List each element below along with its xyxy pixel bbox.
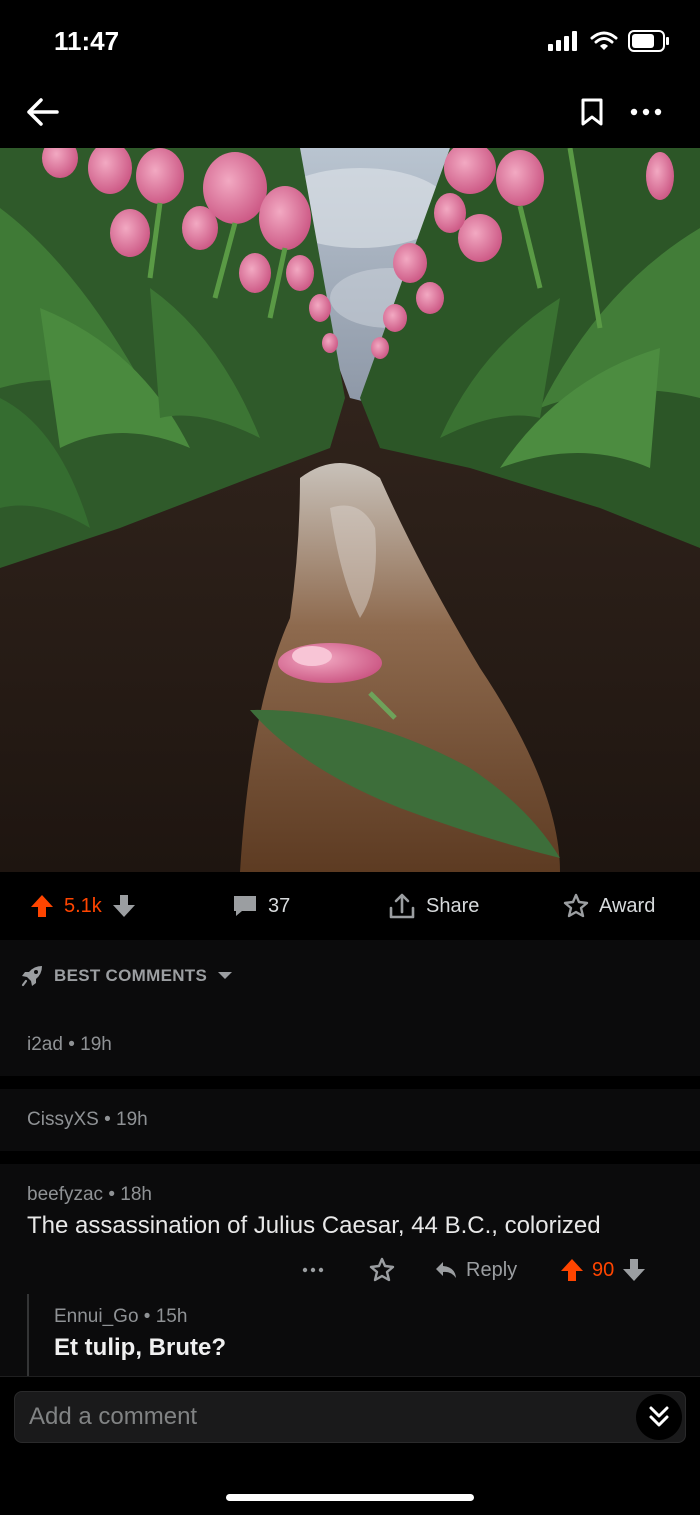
comment-more-button[interactable]: [302, 1252, 324, 1288]
status-time: 11:47: [54, 26, 120, 56]
post-header: [0, 84, 700, 148]
comment-meta: Ennui_Go • 15h: [54, 1306, 188, 1327]
post-image[interactable]: [0, 148, 700, 872]
add-comment-input[interactable]: [14, 1391, 686, 1443]
comment-body: The assassination of Julius Caesar, 44 B…: [27, 1212, 601, 1239]
comment-composer: [0, 1376, 700, 1457]
status-bar: 11:47: [0, 0, 700, 84]
reply-icon: [436, 1262, 456, 1278]
upvote-icon[interactable]: [30, 894, 54, 918]
comments-button[interactable]: 37: [232, 872, 290, 940]
wifi-icon: [590, 31, 618, 50]
upvote-count: 5.1k: [64, 894, 102, 917]
collapsed-comment[interactable]: i2ad • 19h: [0, 1014, 700, 1076]
comment-icon: [234, 896, 256, 916]
next-comment-button[interactable]: [636, 1394, 682, 1440]
reply-comment: Ennui_Go • 15h Et tulip, Brute?: [27, 1294, 689, 1376]
sort-label: BEST COMMENTS: [54, 966, 208, 985]
save-post-button[interactable]: [574, 94, 610, 130]
downvote-icon[interactable]: [112, 894, 136, 918]
back-button[interactable]: [22, 92, 62, 132]
comment-age: 18h: [120, 1184, 152, 1205]
comment-score: 90: [592, 1258, 615, 1281]
post-action-bar: 5.1k 37 Share Award: [0, 872, 700, 940]
vote-controls: 5.1k: [30, 872, 136, 940]
collapsed-comment[interactable]: CissyXS • 19h: [0, 1089, 700, 1151]
sort-selector[interactable]: BEST COMMENTS: [20, 964, 233, 988]
comment-body: Et tulip, Brute?: [54, 1334, 226, 1361]
chevron-down-icon: [218, 972, 233, 979]
comment-author[interactable]: Ennui_Go: [54, 1306, 139, 1327]
comment-meta: i2ad • 19h: [27, 1034, 112, 1055]
award-icon: [563, 893, 589, 918]
reply-button[interactable]: Reply: [434, 1252, 517, 1288]
comment-age: 19h: [116, 1109, 148, 1130]
share-button[interactable]: Share: [388, 872, 479, 940]
award-button[interactable]: Award: [563, 872, 655, 940]
back-arrow-icon: [27, 98, 59, 126]
rocket-icon: [21, 966, 42, 987]
downvote-icon[interactable]: [622, 1258, 646, 1282]
comment-age: 19h: [80, 1034, 112, 1055]
share-label: Share: [426, 894, 480, 917]
more-icon: [302, 1267, 324, 1273]
more-icon: [630, 108, 662, 116]
tulip-field-image: [0, 148, 700, 872]
award-label: Award: [599, 894, 656, 917]
comment-meta: beefyzac • 18h: [27, 1184, 152, 1205]
comment-sort-bar: BEST COMMENTS: [0, 940, 700, 1015]
comment-meta: CissyXS • 19h: [27, 1109, 148, 1130]
comment-author[interactable]: beefyzac: [27, 1184, 103, 1205]
share-icon: [389, 893, 415, 919]
home-indicator: [226, 1494, 474, 1501]
comment-vote-controls: 90: [560, 1252, 646, 1288]
comment-age: 15h: [155, 1306, 188, 1327]
cellular-signal-icon: [548, 31, 577, 51]
comment-author[interactable]: i2ad: [27, 1034, 63, 1055]
bookmark-icon: [581, 98, 603, 126]
status-icons: [548, 30, 670, 52]
upvote-icon[interactable]: [560, 1258, 584, 1282]
more-options-button[interactable]: [624, 94, 668, 130]
award-icon: [369, 1257, 395, 1282]
comment-award-button[interactable]: [369, 1252, 395, 1288]
comment-thread: beefyzac • 18h The assassination of Juli…: [0, 1164, 700, 1376]
comment-author[interactable]: CissyXS: [27, 1109, 99, 1130]
battery-icon: [628, 30, 669, 52]
double-chevron-down-icon: [649, 1406, 669, 1427]
reply-label: Reply: [466, 1258, 518, 1281]
comments-count: 37: [268, 894, 291, 917]
comment-actions: Reply 90: [0, 1252, 700, 1288]
